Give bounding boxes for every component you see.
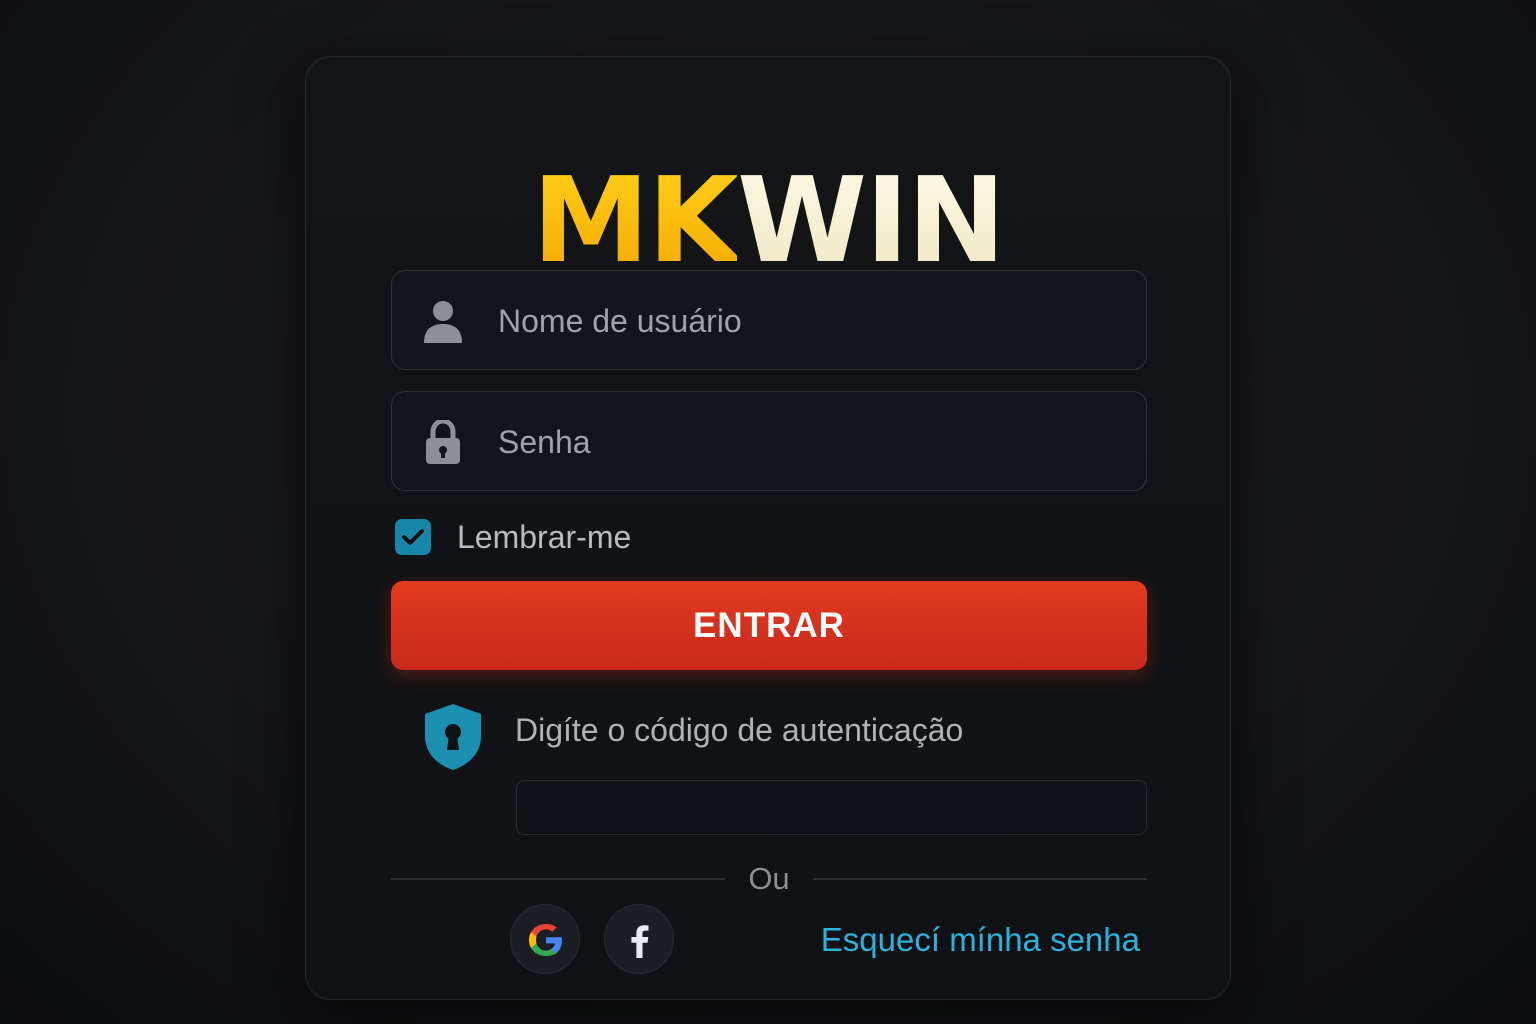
auth-code-input[interactable] [516, 780, 1147, 835]
lock-icon [426, 420, 460, 464]
enter-button[interactable]: ENTRAR [391, 581, 1147, 670]
brand-logo: MKWIN [306, 161, 1230, 279]
remember-label: Lembrar-me [457, 519, 632, 555]
facebook-login-button[interactable] [604, 904, 674, 974]
password-field[interactable]: Senha [391, 391, 1147, 491]
shield-keyhole-icon [425, 704, 481, 770]
check-icon [402, 529, 424, 545]
auth-code-label: Digíte o código de autenticação [515, 712, 964, 748]
password-placeholder: Senha [498, 424, 591, 460]
logo-mk: MK [532, 151, 739, 289]
or-label: Ou [748, 861, 790, 896]
google-login-button[interactable] [510, 904, 580, 974]
logo-win: WIN [737, 151, 1006, 289]
username-placeholder: Nome de usuário [498, 303, 742, 339]
remember-checkbox[interactable] [395, 519, 431, 555]
google-icon [529, 924, 562, 956]
forgot-password-link[interactable]: Esquecí mínha senha [821, 918, 1140, 962]
username-field[interactable]: Nome de usuário [391, 270, 1147, 370]
user-icon [424, 301, 462, 343]
login-card: MKWIN Nome de usuário Senha Lembrar-me E… [305, 56, 1231, 1000]
facebook-icon [631, 925, 649, 958]
or-divider: Ou [391, 857, 1147, 901]
